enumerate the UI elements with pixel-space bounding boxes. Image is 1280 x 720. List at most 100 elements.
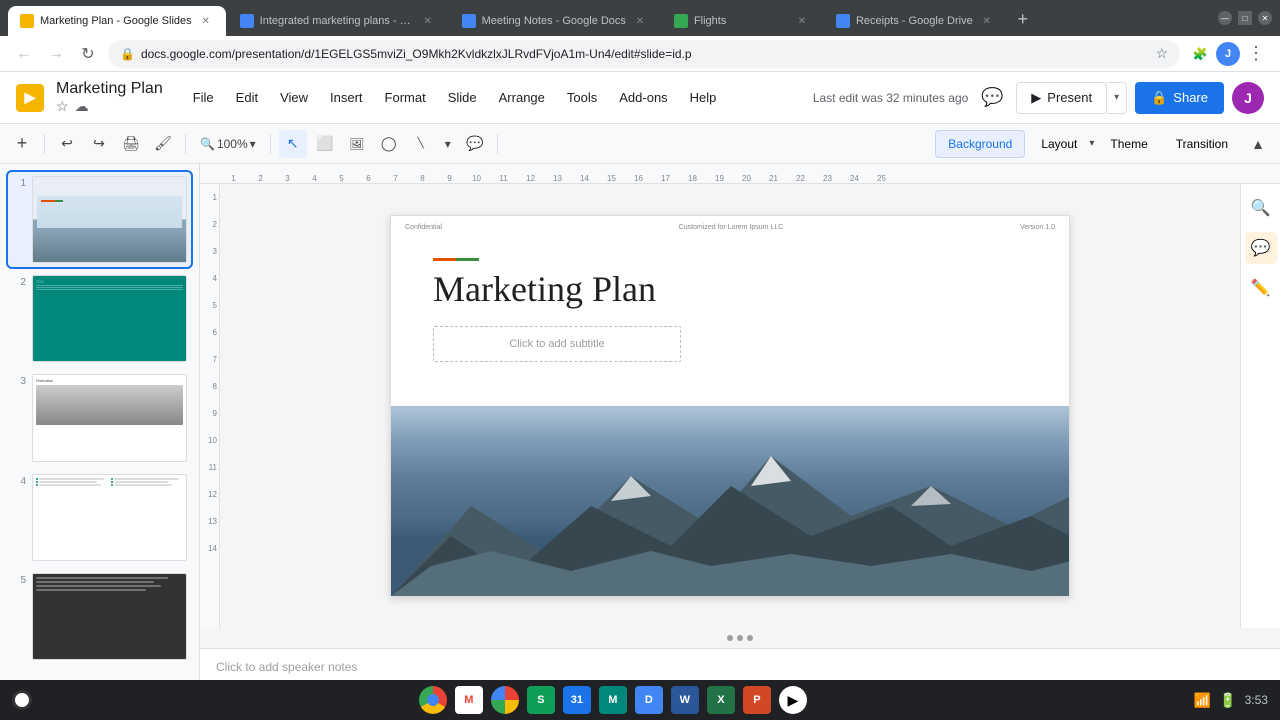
- taskbar-playstore-icon[interactable]: ▶: [779, 686, 807, 714]
- present-button[interactable]: ▶ Present: [1016, 82, 1107, 114]
- slide-item-5[interactable]: 5: [8, 569, 191, 664]
- line-select[interactable]: ▾: [439, 131, 457, 157]
- slide-item-3[interactable]: 3 Overview: [8, 370, 191, 465]
- speaker-notes-placeholder[interactable]: Click to add speaker notes: [216, 660, 357, 674]
- add-button[interactable]: +: [8, 130, 36, 158]
- taskbar-word-icon[interactable]: W: [671, 686, 699, 714]
- tab-marketing-plan[interactable]: Marketing Plan - Google Slides ✕: [8, 6, 226, 36]
- taskbar-sheets-icon[interactable]: S: [527, 686, 555, 714]
- slide-version-text: Version 1.0: [1020, 224, 1055, 231]
- tab-integrated-marketing[interactable]: Integrated marketing plans - Go... ✕: [228, 6, 448, 36]
- star-icon[interactable]: ☆: [1155, 45, 1168, 62]
- back-button[interactable]: ←: [12, 42, 36, 66]
- menu-view[interactable]: View: [270, 86, 318, 109]
- tab-favicon-4: [674, 14, 688, 28]
- tab-meeting-notes[interactable]: Meeting Notes - Google Docs ✕: [450, 6, 660, 36]
- menu-addons[interactable]: Add-ons: [609, 86, 677, 109]
- line-tool[interactable]: ╲: [407, 130, 435, 158]
- taskbar-gmail-icon[interactable]: M: [455, 686, 483, 714]
- ruler-mark-left: 11: [200, 454, 219, 481]
- tab-close-3[interactable]: ✕: [632, 13, 648, 29]
- select-tool[interactable]: ⬜: [311, 130, 339, 158]
- layout-button[interactable]: Layout: [1029, 130, 1089, 158]
- image-tool[interactable]: 🖼: [343, 130, 371, 158]
- toolbar-divider-2: [185, 134, 186, 154]
- main-slide[interactable]: Confidential Customized for Lorem Ipsum …: [390, 215, 1070, 597]
- taskbar-meet-icon[interactable]: M: [599, 686, 627, 714]
- menu-help[interactable]: Help: [680, 86, 727, 109]
- suggestions-sidebar-icon[interactable]: ✏️: [1245, 272, 1277, 304]
- minimize-button[interactable]: —: [1218, 11, 1232, 25]
- new-tab-button[interactable]: +: [1009, 5, 1037, 33]
- close-button[interactable]: ✕: [1258, 11, 1272, 25]
- ruler-mark: 19: [706, 174, 733, 183]
- account-button[interactable]: J: [1216, 42, 1240, 66]
- explore-sidebar-icon[interactable]: 🔍: [1245, 192, 1277, 224]
- app-header: ▶ Marketing Plan ☆ ☁ File Edit View Inse…: [0, 72, 1280, 124]
- taskbar-launcher-icon[interactable]: [12, 690, 32, 710]
- mountain-background: [391, 406, 1069, 596]
- comments-sidebar-icon[interactable]: 💬: [1245, 232, 1277, 264]
- layout-dropdown-icon[interactable]: ▾: [1089, 138, 1094, 149]
- slide-item-2[interactable]: 2 TOC: [8, 271, 191, 366]
- menu-file[interactable]: File: [183, 86, 224, 109]
- taskbar-docs-icon[interactable]: D: [635, 686, 663, 714]
- menu-insert[interactable]: Insert: [320, 86, 373, 109]
- zoom-select[interactable]: 🔍 100% ▾: [194, 131, 262, 157]
- taskbar-time: 3:53: [1245, 693, 1268, 707]
- menu-tools[interactable]: Tools: [557, 86, 607, 109]
- cloud-save-icon[interactable]: ☁: [75, 98, 89, 115]
- taskbar-calendar-icon[interactable]: 31: [563, 686, 591, 714]
- taskbar-photos-icon[interactable]: [491, 686, 519, 714]
- maximize-button[interactable]: □: [1238, 11, 1252, 25]
- address-bar[interactable]: 🔒 docs.google.com/presentation/d/1EGELGS…: [108, 40, 1180, 68]
- background-button[interactable]: Background: [935, 130, 1025, 158]
- comments-button[interactable]: 💬: [976, 82, 1008, 114]
- taskbar-ppt-icon[interactable]: P: [743, 686, 771, 714]
- tab-close-2[interactable]: ✕: [420, 13, 436, 29]
- present-dropdown-button[interactable]: ▾: [1107, 82, 1127, 114]
- menu-edit[interactable]: Edit: [226, 86, 268, 109]
- ruler-mark: 21: [760, 174, 787, 183]
- undo-button[interactable]: ↩: [53, 130, 81, 158]
- menu-format[interactable]: Format: [375, 86, 436, 109]
- menu-button[interactable]: ⋮: [1244, 42, 1268, 66]
- top-ruler: 1 2 3 4 5 6 7 8 9 10 11 12 13 14 15 16 1: [200, 164, 1280, 184]
- ruler-mark-left: 2: [200, 211, 219, 238]
- extensions-button[interactable]: 🧩: [1188, 42, 1212, 66]
- forward-button[interactable]: →: [44, 42, 68, 66]
- slide-canvas-area[interactable]: Confidential Customized for Lorem Ipsum …: [220, 184, 1240, 628]
- cursor-tool[interactable]: ↖: [279, 130, 307, 158]
- refresh-button[interactable]: ↻: [76, 42, 100, 66]
- subtitle-placeholder[interactable]: Click to add subtitle: [433, 326, 681, 362]
- comment-tool[interactable]: 💬: [461, 130, 489, 158]
- tab-flights[interactable]: Flights ✕: [662, 6, 822, 36]
- slide-title[interactable]: Marketing Plan: [433, 268, 656, 310]
- taskbar-chrome-icon[interactable]: [419, 686, 447, 714]
- speaker-notes-area[interactable]: Click to add speaker notes: [200, 648, 1280, 684]
- menu-slide[interactable]: Slide: [438, 86, 487, 109]
- shape-tool[interactable]: ◯: [375, 130, 403, 158]
- taskbar-excel-icon[interactable]: X: [707, 686, 735, 714]
- share-button[interactable]: 🔒 Share: [1135, 82, 1224, 114]
- tab-close-5[interactable]: ✕: [979, 13, 995, 29]
- slide-item-1[interactable]: 1 Marketing Plan: [8, 172, 191, 267]
- app-logo: ▶: [16, 84, 44, 112]
- paint-format-button[interactable]: 🖌: [149, 130, 177, 158]
- app-title-area: Marketing Plan ☆ ☁: [56, 80, 163, 115]
- redo-button[interactable]: ↪: [85, 130, 113, 158]
- user-avatar[interactable]: J: [1232, 82, 1264, 114]
- tab-close-4[interactable]: ✕: [794, 13, 810, 29]
- menu-arrange[interactable]: Arrange: [489, 86, 555, 109]
- transition-button[interactable]: Transition: [1164, 130, 1240, 158]
- slide-item-4[interactable]: 4: [8, 470, 191, 565]
- slides-panel: 1 Marketing Plan 2: [0, 164, 200, 684]
- menu-bar: File Edit View Insert Format Slide Arran…: [183, 86, 727, 109]
- print-button[interactable]: 🖨: [117, 130, 145, 158]
- tab-receipts[interactable]: Receipts - Google Drive ✕: [824, 6, 1007, 36]
- bookmark-icon[interactable]: ☆: [56, 98, 69, 115]
- theme-button[interactable]: Theme: [1098, 130, 1159, 158]
- ruler-mark: 8: [409, 174, 436, 183]
- tab-close-1[interactable]: ✕: [198, 13, 214, 29]
- collapse-toolbar-button[interactable]: ▲: [1244, 130, 1272, 158]
